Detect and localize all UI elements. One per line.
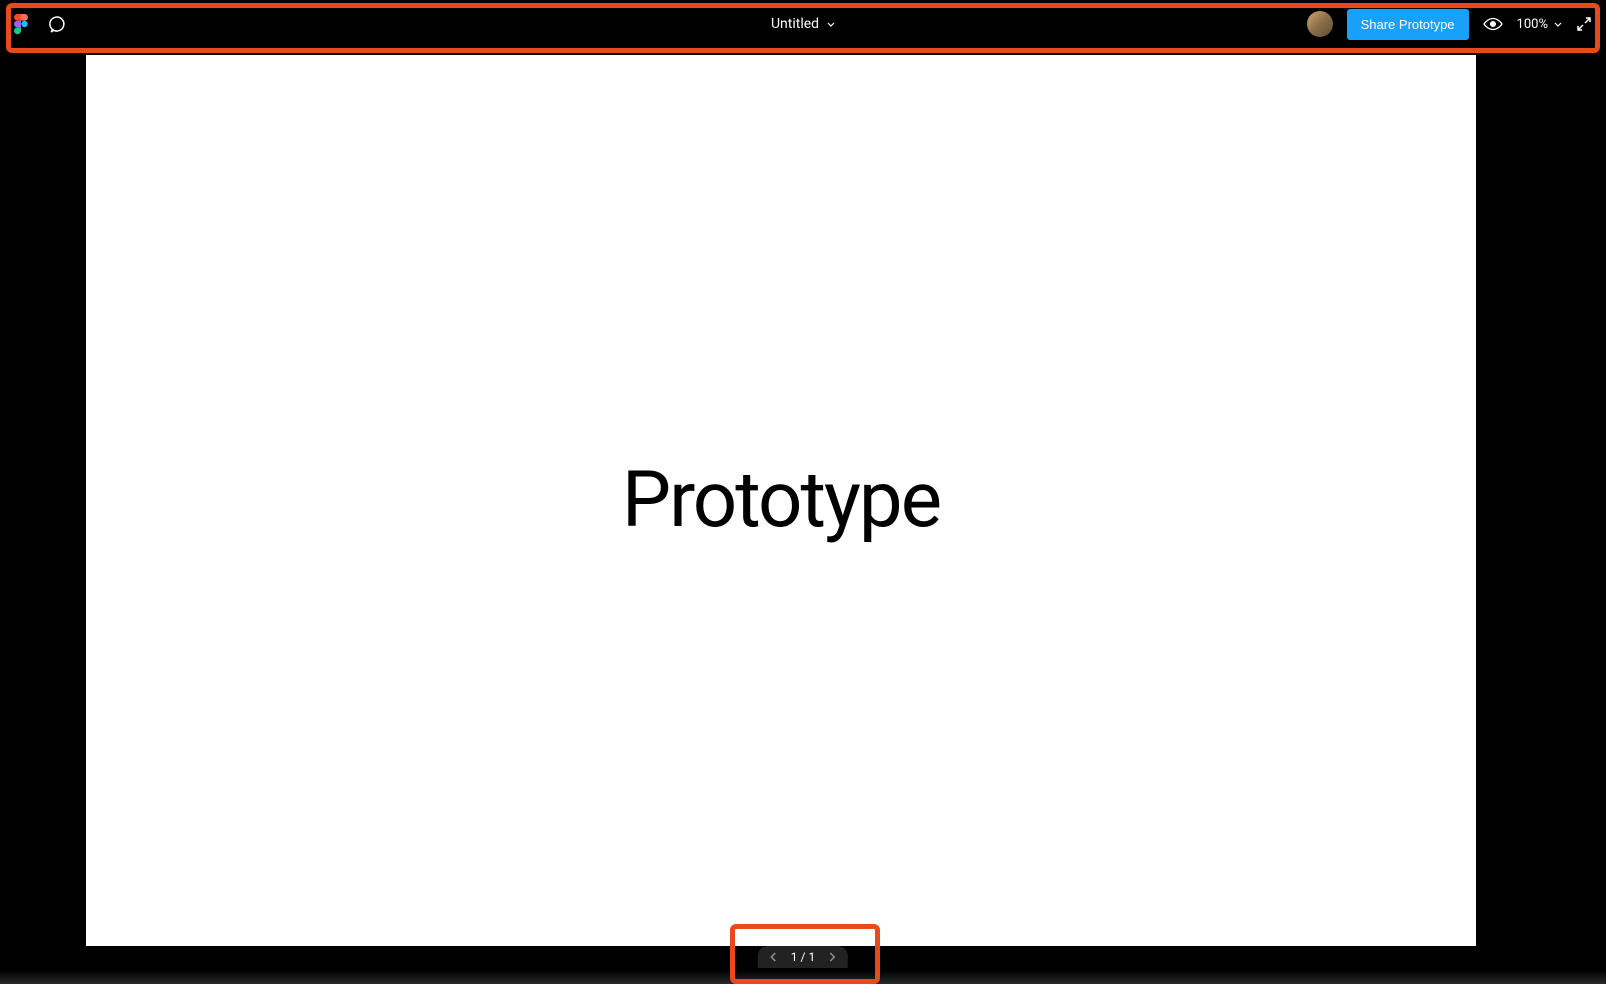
frame-indicator-text: 1 / 1: [791, 950, 815, 964]
prototype-canvas[interactable]: Prototype: [86, 55, 1476, 946]
progress-indicator: [86, 48, 1476, 50]
zoom-level-text: 100%: [1517, 17, 1548, 32]
zoom-dropdown[interactable]: 100%: [1517, 17, 1562, 32]
chevron-down-icon: [827, 22, 835, 27]
file-title: Untitled: [771, 16, 819, 32]
toolbar: Untitled Share Prototype 100%: [0, 0, 1606, 48]
frame-navigation: 1 / 1: [758, 946, 848, 968]
toolbar-left-group: [14, 14, 66, 34]
view-options-icon[interactable]: [1483, 17, 1503, 31]
chevron-left-icon: [770, 952, 777, 962]
prev-frame-button[interactable]: [770, 952, 777, 962]
user-avatar[interactable]: [1307, 11, 1333, 37]
next-frame-button[interactable]: [829, 952, 836, 962]
figma-logo-icon[interactable]: [14, 14, 28, 34]
chevron-right-icon: [829, 952, 836, 962]
comment-icon[interactable]: [48, 15, 66, 33]
bottom-edge: [0, 970, 1606, 984]
toolbar-right-group: Share Prototype 100%: [1307, 9, 1592, 40]
fullscreen-icon[interactable]: [1576, 16, 1592, 32]
chevron-down-icon: [1554, 22, 1562, 27]
share-prototype-button[interactable]: Share Prototype: [1347, 9, 1469, 40]
file-title-dropdown[interactable]: Untitled: [771, 16, 835, 32]
prototype-frame-content: Prototype: [622, 455, 940, 546]
